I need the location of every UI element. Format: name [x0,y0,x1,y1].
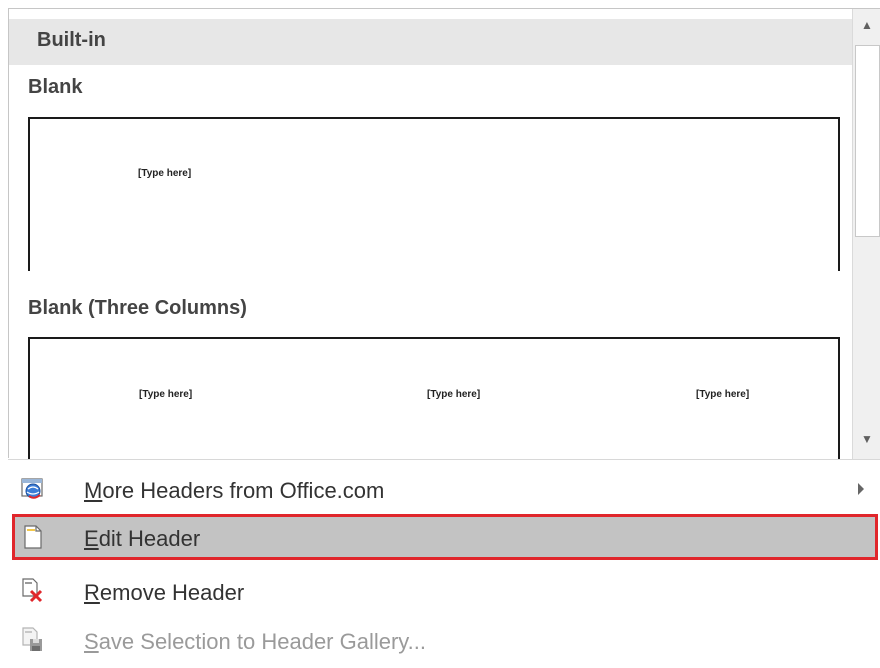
scroll-down-arrow-icon: ▼ [861,432,873,446]
gallery-item-blank-preview[interactable]: [Type here] [28,117,840,271]
edit-header-menu-item[interactable]: Edit Header [12,514,878,560]
scroll-up-arrow-icon: ▲ [861,18,873,32]
placeholder-text: [Type here] [138,168,192,179]
gallery-item-title-blank-three-columns: Blank (Three Columns) [28,297,247,319]
section-label: Built-in [37,29,106,51]
header-gallery: Built-in Blank [Type here] Blank (Three … [9,9,852,459]
submenu-arrow-icon [858,483,864,495]
scroll-thumb[interactable] [855,45,880,237]
save-selection-to-header-gallery-menu-item[interactable]: Save Selection to Header Gallery... [12,617,878,663]
more-headers-label: More Headers from Office.com [84,478,385,503]
scroll-up-button[interactable]: ▲ [853,11,880,39]
remove-page-icon [22,578,43,603]
header-gallery-dropdown: Built-in Blank [Type here] Blank (Three … [0,0,880,668]
placeholder-text-center: [Type here] [427,389,481,400]
section-header-built-in: Built-in [9,19,852,65]
office-web-icon [21,478,43,499]
edit-header-label: Edit Header [84,526,201,551]
placeholder-text-right: [Type here] [696,389,750,400]
page-icon [24,525,42,549]
save-to-gallery-icon [22,627,42,651]
placeholder-text-left: [Type here] [139,389,193,400]
gallery-scrollbar[interactable]: ▲ ▼ [852,9,880,459]
remove-header-label: Remove Header [84,580,245,605]
save-selection-label: Save Selection to Header Gallery... [84,629,427,654]
gallery-item-title-blank: Blank [28,76,83,98]
scroll-down-button[interactable]: ▼ [853,425,880,453]
remove-header-menu-item[interactable]: Remove Header [12,568,878,614]
more-headers-from-office-menu-item[interactable]: More Headers from Office.com [12,466,878,512]
menu-divider [8,459,880,460]
gallery-item-blank-three-columns-preview[interactable]: [Type here] [Type here] [Type here] [28,337,840,459]
